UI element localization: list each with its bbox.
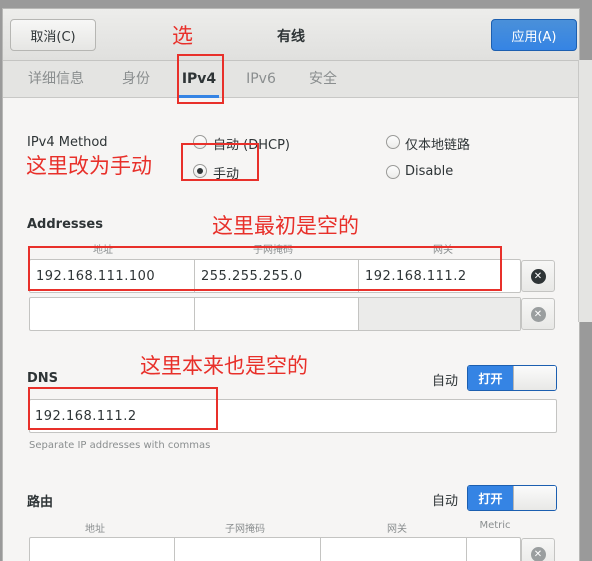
netmask-input-empty[interactable] — [195, 298, 359, 330]
gateway-input-empty — [359, 298, 520, 330]
radio-manual[interactable] — [193, 164, 207, 178]
dns-auto-toggle[interactable]: 打开 — [467, 365, 557, 391]
annotation-initially-empty: 这里最初是空的 — [212, 214, 359, 238]
route-col-gateway-header: 网关 — [387, 524, 407, 535]
gateway-input[interactable]: 192.168.111.2 — [359, 260, 520, 292]
radio-link-local[interactable] — [386, 135, 400, 149]
routes-auto-label: 自动 — [432, 494, 459, 509]
address-input[interactable]: 192.168.111.100 — [30, 260, 195, 292]
col-gateway-header: 网关 — [433, 245, 453, 256]
route-col-address-header: 地址 — [85, 524, 105, 535]
header-bar: 取消(C) 有线 应用(A) — [3, 9, 579, 61]
radio-link-local-label[interactable]: 仅本地链路 — [405, 134, 470, 153]
col-address-header: 地址 — [93, 245, 113, 256]
apply-button[interactable]: 应用(A) — [491, 19, 577, 51]
dns-hint: Separate IP addresses with commas — [29, 440, 211, 451]
route-address-input[interactable] — [30, 538, 175, 561]
radio-auto-dhcp[interactable] — [193, 135, 207, 149]
netmask-input[interactable]: 255.255.255.0 — [195, 260, 359, 292]
scrollbar[interactable] — [578, 60, 592, 322]
route-netmask-input[interactable] — [175, 538, 321, 561]
route-metric-input[interactable] — [467, 538, 520, 561]
radio-auto-dhcp-label[interactable]: 自动 (DHCP) — [213, 134, 290, 153]
radio-disable-label[interactable]: Disable — [405, 164, 453, 179]
col-netmask-header: 子网掩码 — [253, 245, 293, 256]
routes-toggle-knob[interactable] — [512, 486, 556, 510]
close-icon: ✕ — [530, 268, 546, 284]
remove-route-button: ✕ — [521, 538, 555, 561]
route-row — [29, 537, 521, 561]
tab-security[interactable]: 安全 — [306, 61, 340, 98]
close-icon: ✕ — [530, 306, 546, 322]
close-icon: ✕ — [530, 546, 546, 561]
dns-toggle-on-label: 打开 — [468, 366, 513, 390]
annotation-change-manual: 这里改为手动 — [26, 154, 152, 178]
tab-identity[interactable]: 身份 — [119, 61, 153, 98]
tab-bar: 详细信息 身份 IPv4 IPv6 安全 — [3, 61, 579, 98]
route-col-netmask-header: 子网掩码 — [225, 524, 265, 535]
tab-ipv6[interactable]: IPv6 — [244, 61, 278, 98]
address-row: 192.168.111.100 255.255.255.0 192.168.11… — [29, 259, 521, 293]
addresses-label: Addresses — [27, 217, 103, 232]
radio-manual-label[interactable]: 手动 — [213, 163, 239, 182]
address-row-empty — [29, 297, 521, 331]
annotation-originally-empty: 这里本来也是空的 — [140, 354, 308, 378]
tab-details[interactable]: 详细信息 — [24, 61, 88, 98]
remove-empty-address-button: ✕ — [521, 298, 555, 330]
routes-label: 路由 — [27, 495, 54, 510]
network-settings-dialog: 取消(C) 有线 应用(A) 详细信息 身份 IPv4 IPv6 安全 IPv4… — [2, 8, 580, 561]
remove-address-button[interactable]: ✕ — [521, 260, 555, 292]
ipv4-method-label: IPv4 Method — [27, 135, 108, 150]
dns-auto-label: 自动 — [432, 374, 459, 389]
dns-label: DNS — [27, 371, 59, 386]
dns-toggle-knob[interactable] — [512, 366, 556, 390]
route-gateway-input[interactable] — [321, 538, 467, 561]
routes-auto-toggle[interactable]: 打开 — [467, 485, 557, 511]
routes-toggle-on-label: 打开 — [468, 486, 513, 510]
dns-input[interactable]: 192.168.111.2 — [29, 399, 557, 433]
radio-disable[interactable] — [386, 165, 400, 179]
address-input-empty[interactable] — [30, 298, 195, 330]
annotation-select-tab: 选 — [172, 24, 193, 48]
tab-ipv4[interactable]: IPv4 — [179, 61, 219, 98]
route-col-metric-header: Metric — [479, 520, 511, 531]
